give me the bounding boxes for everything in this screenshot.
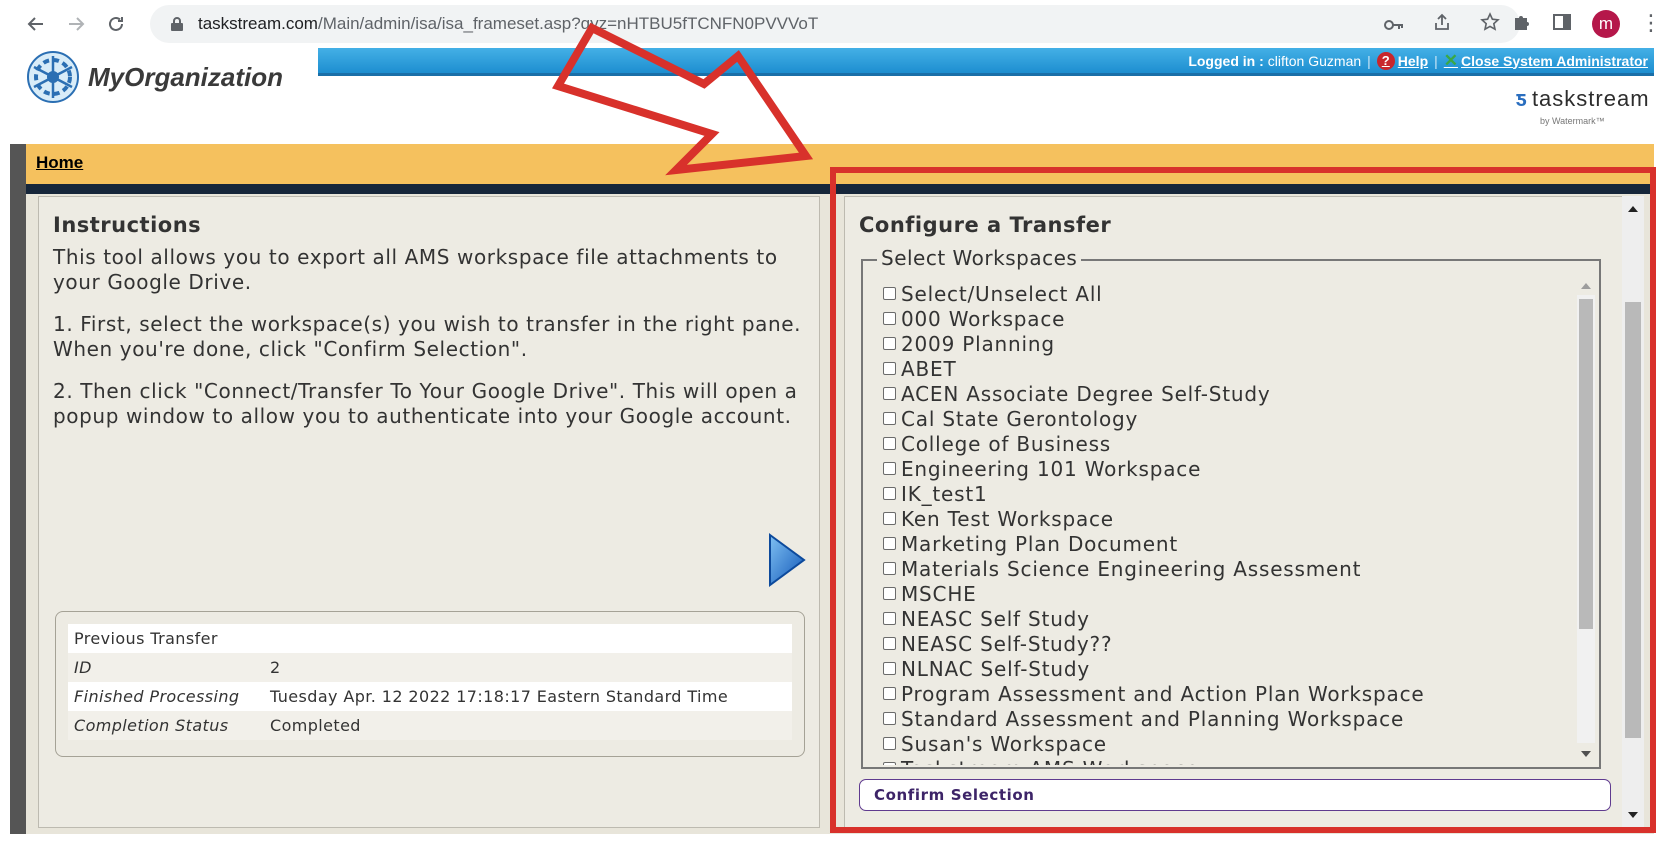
annotation-highlight-box <box>830 167 1656 833</box>
